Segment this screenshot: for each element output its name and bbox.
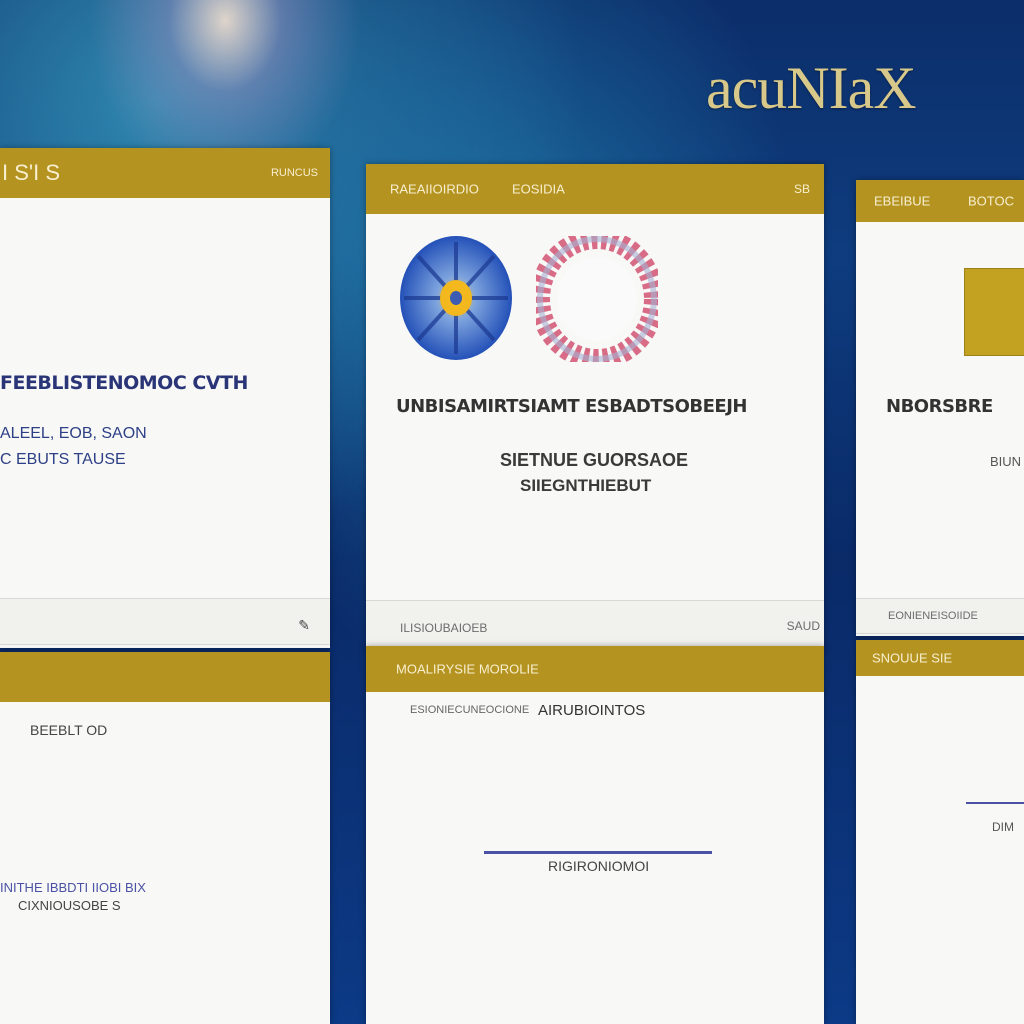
panel-label-right: AIRUBIOINTOS: [538, 702, 646, 719]
panel-title: SNOUUE SIE: [872, 650, 953, 666]
panel-left-bottom: BEEBLT OD INITHE IBBDTI IIOBI BIX CIXNIO…: [0, 652, 330, 1024]
panel-right-top: EBEIBUE BOTOC NBORSBRE BIUN EONIENEISOII…: [856, 180, 1024, 636]
gold-swatch: [964, 268, 1024, 356]
panel-label-left: ESIONIECUNEOCIONE: [410, 704, 530, 716]
panel-line-1: INITHE IBBDTI IIOBI BIX: [0, 880, 146, 895]
panel-line-2: SIIEGNTHIEBUT: [520, 476, 652, 495]
panel-footer: ✎: [0, 598, 330, 645]
panel-line-2: CIXNIOUSOBE S: [18, 898, 121, 913]
panel-center-bottom-header: MOALIRYSIE MOROLIE: [366, 646, 824, 692]
panel-center-top: RAEAIIOIRDIO EOSIDIA SB UNBISAMIRTSIAMT …: [366, 164, 824, 650]
footer-left-text: ILISIOUBAIOEB: [400, 621, 488, 635]
panel-heading: FEEBLISTENOMOC CVTH: [0, 372, 248, 394]
panel-title: I S'I S: [2, 160, 60, 185]
panel-label: BEEBLT OD: [30, 722, 108, 738]
app-brand-title: acuNIaX: [706, 55, 917, 121]
panel-heading: NBORSBRE: [886, 396, 993, 417]
panel-footer: EONIENEISOIIDE: [856, 598, 1024, 634]
panel-title: RAEAIIOIRDIO: [390, 181, 479, 197]
pencil-icon[interactable]: ✎: [298, 617, 310, 634]
panel-right-bottom-header: SNOUUE SIE: [856, 640, 1024, 676]
panel-center-bottom: MOALIRYSIE MOROLIE ESIONIECUNEOCIONE AIR…: [366, 646, 824, 1024]
line-caption: RIGIRONIOMOI: [548, 858, 650, 874]
panel-line-1: ALEEL, EOB, SAON: [0, 425, 147, 442]
panel-center-top-header: RAEAIIOIRDIO EOSIDIA SB: [366, 164, 824, 214]
panel-action-button[interactable]: RUNCUS: [271, 167, 318, 179]
ring-icon: [530, 229, 664, 369]
progress-line: [966, 802, 1024, 804]
panel-right-bottom: SNOUUE SIE DIM: [856, 640, 1024, 1024]
footer-right-text[interactable]: SAUD: [787, 619, 820, 633]
panel-left-top: I S'I S RUNCUS FEEBLISTENOMOC CVTH ALEEL…: [0, 148, 330, 648]
panel-title: MOALIRYSIE MOROLIE: [396, 661, 539, 677]
gear-icon: [398, 234, 514, 362]
panel-right-top-header: EBEIBUE BOTOC: [856, 180, 1024, 222]
line-caption: DIM: [992, 820, 1014, 834]
panel-footer: ILISIOUBAIOEB SAUD: [366, 600, 824, 648]
panel-action-button[interactable]: SB: [794, 182, 810, 196]
panel-left-top-header: I S'I S RUNCUS: [0, 148, 330, 198]
panel-title: EBEIBUE: [874, 193, 931, 209]
panel-subtitle: BOTOC: [968, 193, 1014, 209]
panel-left-bottom-header: [0, 652, 330, 702]
panel-line-2: C EBUTS TAUSE: [0, 451, 126, 468]
progress-line: [484, 851, 712, 854]
panel-line-1: SIETNUE GUORSAOE: [500, 450, 689, 470]
panel-line-1: BIUN: [990, 454, 1022, 469]
footer-text: EONIENEISOIIDE: [888, 610, 978, 622]
panel-subtitle: EOSIDIA: [512, 181, 565, 197]
panel-heading: UNBISAMIRTSIAMT ESBADTSOBEEJH: [396, 396, 747, 417]
